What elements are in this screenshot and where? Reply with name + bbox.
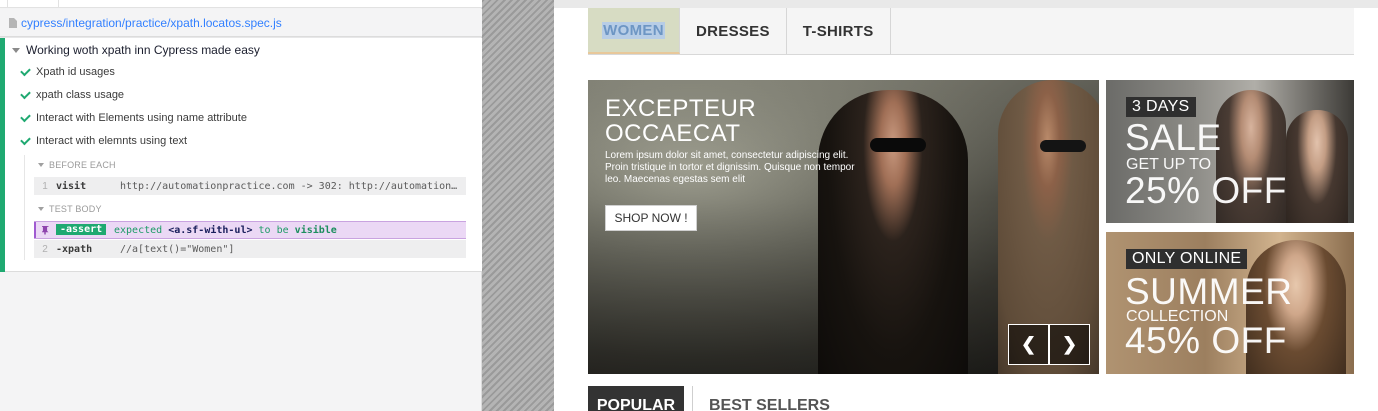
command-row-xpath[interactable]: 2 -xpath //a[text()="Women"]: [34, 240, 466, 258]
command-message: //a[text()="Women"]: [120, 243, 235, 255]
chevron-right-icon[interactable]: ❯: [1049, 324, 1090, 365]
hero-description: Lorem ipsum dolor sit amet, consectetur …: [605, 150, 855, 185]
panel-divider[interactable]: [482, 0, 554, 411]
chevron-down-icon: [12, 47, 20, 53]
assert-to-be: to be: [258, 224, 289, 236]
banner-headline: SALE: [1125, 117, 1222, 158]
cypress-runner-panel: cypress/integration/practice/xpath.locat…: [0, 0, 482, 411]
suite-pass-indicator: [0, 38, 5, 272]
test-item[interactable]: Interact with elemnts using text: [20, 132, 188, 150]
runner-tab[interactable]: [0, 0, 8, 8]
runner-tab-strip: [0, 0, 482, 8]
command-name: -assert: [56, 224, 114, 236]
top-menu: WOMEN DRESSES T-SHIRTS: [588, 8, 1354, 55]
spec-path-link[interactable]: cypress/integration/practice/xpath.locat…: [21, 16, 282, 30]
command-message: http://automationpractice.com -> 302: ht…: [120, 180, 460, 192]
promo-banner-summer[interactable]: ONLY ONLINE SUMMER COLLECTION 45% OFF: [1106, 232, 1354, 374]
command-name: -xpath: [56, 243, 93, 255]
test-item[interactable]: Interact with Elements using name attrib…: [20, 109, 247, 127]
file-icon: [9, 18, 17, 28]
banner-headline: SUMMER: [1125, 271, 1293, 312]
command-row-assert[interactable]: -assert expected <a.sf-with-ul> to be vi…: [34, 221, 466, 239]
check-icon: [20, 65, 31, 76]
hero-image-detail: [1040, 140, 1086, 152]
banner-tag: ONLY ONLINE: [1126, 249, 1248, 269]
reporter: Working woth xpath inn Cypress made easy…: [0, 38, 482, 272]
product-tabs: POPULAR BEST SELLERS: [588, 386, 838, 411]
check-icon: [20, 111, 31, 122]
check-icon: [20, 88, 31, 99]
banner-offer: 45% OFF: [1125, 320, 1287, 361]
hero-image-woman: [818, 90, 968, 374]
shop-now-button[interactable]: SHOP NOW !: [605, 205, 697, 231]
nav-item-women[interactable]: WOMEN: [588, 8, 680, 54]
chevron-left-icon[interactable]: ❮: [1008, 324, 1049, 365]
command-number: 1: [42, 180, 48, 192]
test-title: xpath class usage: [36, 89, 125, 101]
check-icon: [20, 134, 31, 145]
tab-popular[interactable]: POPULAR: [588, 386, 684, 411]
nav-label: WOMEN: [602, 21, 665, 39]
hero-image-detail: [870, 138, 926, 152]
assert-state: visible: [294, 224, 337, 236]
hero-title: EXCEPTEUR OCCAECAT: [605, 96, 756, 146]
test-title: Interact with Elements using name attrib…: [36, 112, 247, 124]
before-each-hook[interactable]: BEFORE EACH: [38, 158, 116, 172]
assert-expected: expected: [114, 224, 163, 236]
hook-title: BEFORE EACH: [49, 160, 116, 170]
banner-tag: 3 DAYS: [1126, 97, 1196, 117]
chevron-down-icon: [38, 163, 44, 167]
assert-badge: -assert: [56, 224, 107, 235]
nav-item-dresses[interactable]: DRESSES: [680, 8, 787, 54]
test-title: Xpath id usages: [36, 66, 115, 78]
test-body-hook[interactable]: TEST BODY: [38, 202, 102, 216]
tab-best-sellers[interactable]: BEST SELLERS: [692, 386, 838, 411]
suite-header[interactable]: Working woth xpath inn Cypress made easy: [12, 41, 260, 59]
suite-title: Working woth xpath inn Cypress made easy: [26, 43, 260, 57]
hero-title-line: OCCAECAT: [605, 120, 741, 147]
screen: cypress/integration/practice/xpath.locat…: [0, 0, 1378, 411]
hook-title: TEST BODY: [49, 204, 102, 214]
command-name: visit: [56, 180, 87, 192]
runner-tab-divider: [58, 0, 59, 8]
banner-image: [1286, 110, 1348, 223]
pin-icon: [34, 225, 56, 235]
promo-banner-sale[interactable]: 3 DAYS SALE GET UP TO 25% OFF: [1106, 80, 1354, 223]
test-item[interactable]: xpath class usage: [20, 86, 125, 104]
assert-selector: <a.sf-with-ul>: [168, 224, 253, 236]
test-title: Interact with elemnts using text: [36, 135, 188, 147]
command-number: 2: [42, 243, 48, 255]
nav-item-tshirts[interactable]: T-SHIRTS: [787, 8, 891, 54]
banner-offer: 25% OFF: [1125, 170, 1287, 211]
test-item[interactable]: Xpath id usages: [20, 63, 115, 81]
hero-title-line: EXCEPTEUR: [605, 95, 757, 122]
spec-header: cypress/integration/practice/xpath.locat…: [0, 9, 482, 37]
command-row-visit[interactable]: 1 visit http://automationpractice.com ->…: [34, 177, 466, 195]
command-message: expected <a.sf-with-ul> to be visible: [114, 225, 454, 236]
chevron-down-icon: [38, 207, 44, 211]
command-log: BEFORE EACH 1 visit http://automationpra…: [24, 155, 466, 260]
app-under-test: WOMEN DRESSES T-SHIRTS EXCEPTEUR OCCAECA…: [554, 0, 1378, 411]
homepage-slider: EXCEPTEUR OCCAECAT Lorem ipsum dolor sit…: [588, 80, 1099, 374]
